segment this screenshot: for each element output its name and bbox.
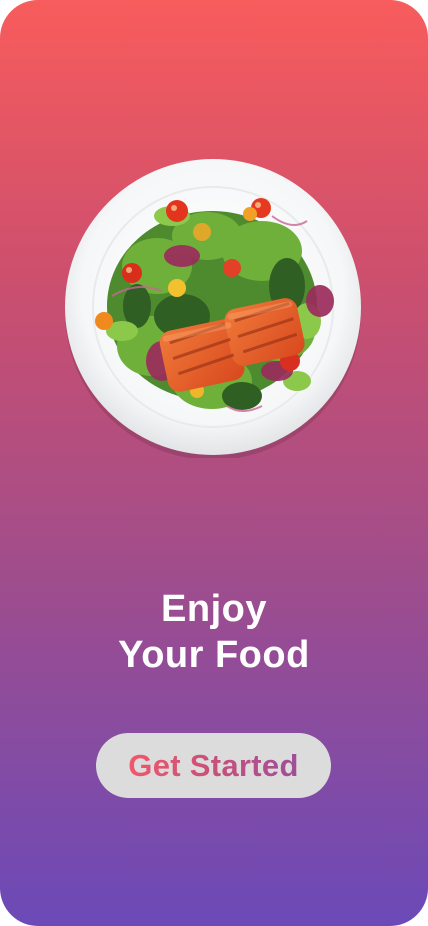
- headline-line-2: Your Food: [118, 634, 310, 676]
- get-started-label: Get Started: [128, 747, 299, 783]
- headline: Enjoy Your Food: [0, 586, 428, 678]
- onboarding-screen: Enjoy Your Food Get Started: [0, 0, 428, 926]
- headline-line-1: Enjoy: [161, 588, 267, 630]
- salmon-salad-plate-image: [62, 156, 364, 458]
- get-started-button[interactable]: Get Started: [96, 733, 331, 798]
